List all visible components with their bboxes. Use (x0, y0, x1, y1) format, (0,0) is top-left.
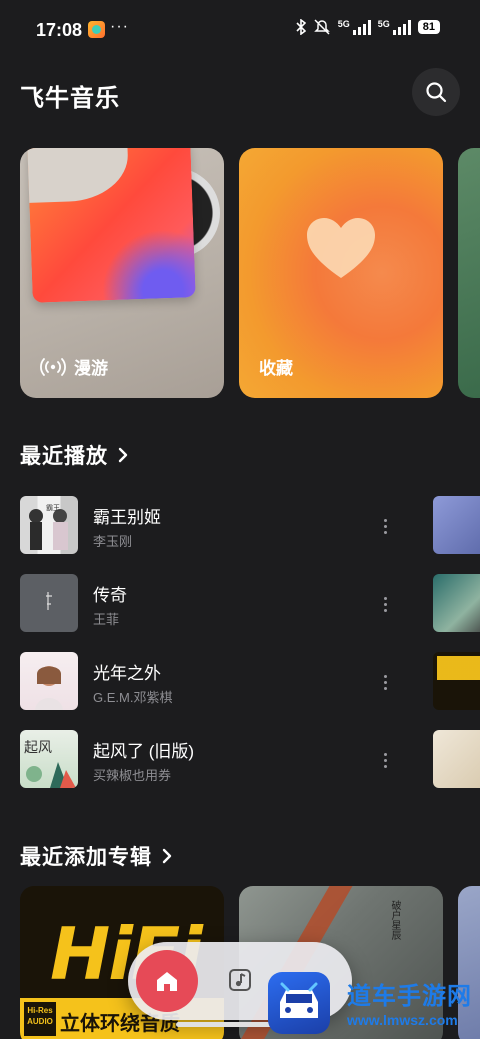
signal-icon-2 (392, 19, 411, 35)
bluetooth-icon (296, 19, 306, 35)
song-row[interactable]: 霸王 霸王别姬 李玉刚 (20, 496, 400, 556)
album-card-partial[interactable] (458, 886, 480, 1039)
home-icon (157, 972, 177, 991)
song-cover (20, 652, 78, 710)
song-artist: 李玉刚 (93, 534, 133, 549)
song-cover-partial[interactable] (433, 652, 480, 710)
nav-music-button[interactable] (224, 964, 256, 996)
song-title: 光年之外 (93, 664, 161, 683)
more-notifications: ··· (110, 18, 129, 35)
recent-albums-header[interactable]: 最近添加专辑 (20, 841, 172, 871)
svg-text:起风: 起风 (24, 740, 52, 756)
svg-text:霸王: 霸王 (46, 504, 60, 512)
search-icon (426, 82, 447, 103)
song-cover-partial[interactable] (433, 496, 480, 554)
song-title: 起风了 (旧版) (93, 742, 195, 761)
music-note-icon (229, 969, 251, 991)
status-bar: 17:08 ··· 5G 5G 81 (0, 0, 480, 60)
chevron-right-icon (162, 848, 172, 864)
song-cover: 霸王 (20, 496, 78, 554)
roam-label: 漫游 (40, 354, 108, 379)
roam-label-text: 漫游 (74, 359, 108, 378)
page-title: 飞牛音乐 (20, 85, 120, 112)
more-options-button[interactable] (375, 746, 395, 774)
song-cover (20, 574, 78, 632)
song-artist: G.E.M.邓紫棋 (93, 690, 173, 705)
hires-badge: Hi-Res AUDIO (24, 1002, 56, 1036)
signal-icon (352, 19, 371, 35)
more-options-button[interactable] (375, 590, 395, 618)
album-art-image (27, 148, 196, 303)
album-cover-text: 破户星辰 (389, 900, 400, 940)
status-icons: 5G 5G 81 (296, 19, 440, 35)
roam-card[interactable]: 漫游 (20, 148, 224, 398)
watermark-url: www.lmwsz.com (347, 1012, 458, 1028)
recent-played-title: 最近播放 (20, 445, 108, 468)
song-title: 霸王别姬 (93, 508, 161, 527)
network-type-2: 5G (377, 19, 390, 29)
mute-icon (313, 19, 330, 35)
battery-icon: 81 (417, 20, 440, 34)
favorites-label-text: 收藏 (259, 359, 293, 378)
nav-home-button[interactable] (136, 950, 198, 1012)
feature-card-partial[interactable] (458, 148, 480, 398)
network-type: 5G (337, 19, 350, 29)
song-artist: 王菲 (93, 612, 120, 627)
song-row[interactable]: 光年之外 G.E.M.邓紫棋 (20, 652, 400, 712)
heart-icon (307, 218, 375, 278)
song-title: 传奇 (93, 586, 127, 605)
chevron-right-icon (118, 447, 128, 463)
song-cover-partial[interactable] (433, 574, 480, 632)
song-row[interactable]: 传奇 王菲 (20, 574, 400, 634)
search-button[interactable] (412, 68, 460, 116)
song-cover-partial[interactable] (433, 730, 480, 788)
clock: 17:08 (36, 20, 83, 40)
watermark-logo (268, 972, 330, 1034)
favorites-label: 收藏 (259, 354, 293, 379)
favorites-card[interactable]: 收藏 (239, 148, 443, 398)
recent-albums-title: 最近添加专辑 (20, 846, 152, 869)
recent-played-header[interactable]: 最近播放 (20, 440, 128, 470)
song-row[interactable]: 起风 起风了 (旧版) 买辣椒也用券 (20, 730, 400, 790)
song-cover: 起风 (20, 730, 78, 788)
song-artist: 买辣椒也用券 (93, 768, 172, 783)
app-notification-icon (88, 21, 105, 38)
radio-wave-icon (40, 357, 66, 376)
watermark-title: 道车手游网 (347, 983, 472, 1010)
more-options-button[interactable] (375, 668, 395, 696)
more-options-button[interactable] (375, 512, 395, 540)
